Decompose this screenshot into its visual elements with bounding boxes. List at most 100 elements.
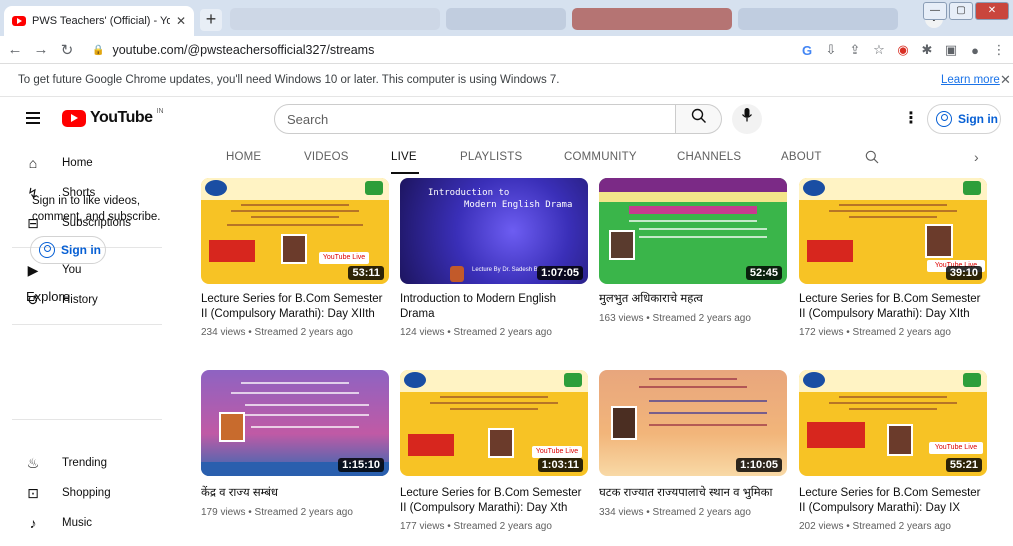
sidebar-sign-in-button[interactable]: Sign in bbox=[30, 236, 106, 264]
speaker-photo bbox=[450, 266, 464, 282]
extension-icon[interactable]: ◉ bbox=[895, 42, 911, 58]
maximize-button[interactable]: ▢ bbox=[949, 2, 973, 20]
video-title[interactable]: Lecture Series for B.Com Semester II (Co… bbox=[799, 292, 987, 322]
youtube-header: YouTube IN Search ⋮ Sign in bbox=[0, 97, 1013, 141]
blurred-tab[interactable] bbox=[230, 8, 440, 30]
channel-search-icon[interactable] bbox=[865, 150, 879, 164]
speaker-photo bbox=[488, 428, 514, 458]
sidebar-item-shopping[interactable]: ⊡ Shopping bbox=[0, 478, 170, 508]
tab-close-icon[interactable]: ✕ bbox=[176, 14, 186, 28]
video-title[interactable]: Lecture Series for B.Com Semester II (Co… bbox=[799, 486, 987, 516]
shopping-icon: ⊡ bbox=[27, 484, 39, 501]
country-code: IN bbox=[156, 107, 164, 115]
video-thumbnail[interactable]: 1:10:05 bbox=[599, 370, 787, 476]
video-thumbnail[interactable]: Introduction to Modern English Drama Lec… bbox=[400, 178, 588, 284]
settings-more-icon[interactable]: ⋮ bbox=[903, 108, 919, 128]
hamburger-menu-icon[interactable] bbox=[26, 112, 40, 124]
sidebar-divider bbox=[12, 419, 162, 420]
leaf-emblem-icon bbox=[963, 181, 981, 195]
side-panel-icon[interactable]: ▣ bbox=[943, 42, 959, 58]
chevron-right-icon[interactable]: › bbox=[974, 149, 979, 165]
new-tab-button[interactable]: + bbox=[200, 9, 222, 31]
chrome-menu-icon[interactable]: ⋮ bbox=[991, 42, 1007, 58]
share-icon[interactable]: ⇪ bbox=[847, 42, 863, 58]
video-title[interactable]: मुलभुत अधिकाराचे महत्व bbox=[599, 292, 787, 307]
url-text[interactable]: youtube.com/@pwsteachersofficial327/stre… bbox=[112, 43, 374, 57]
sign-in-button[interactable]: Sign in bbox=[927, 104, 1001, 134]
forward-arrow-icon[interactable]: → bbox=[30, 41, 52, 58]
blurred-tab[interactable] bbox=[572, 8, 732, 30]
music-icon: ♪ bbox=[29, 515, 37, 531]
speaker-photo bbox=[925, 224, 953, 258]
back-arrow-icon[interactable]: ← bbox=[4, 41, 26, 58]
video-title[interactable]: केंद्र व राज्य सम्बंध bbox=[201, 486, 389, 501]
topic-box bbox=[807, 422, 865, 448]
tab-channels[interactable]: CHANNELS bbox=[677, 151, 741, 163]
profile-icon[interactable]: ● bbox=[967, 43, 983, 58]
minimize-button[interactable]: — bbox=[923, 2, 947, 20]
duration-badge: 52:45 bbox=[745, 266, 782, 280]
home-icon: ⌂ bbox=[28, 155, 38, 171]
video-meta: 179 views • Streamed 2 years ago bbox=[201, 507, 353, 518]
tab-community[interactable]: COMMUNITY bbox=[564, 151, 637, 163]
speaker-photo bbox=[887, 424, 913, 456]
channel-tabs: HOME VIDEOS LIVE PLAYLISTS COMMUNITY CHA… bbox=[170, 141, 1013, 175]
address-bar[interactable]: 🔒 youtube.com/@pwsteachersofficial327/st… bbox=[86, 39, 806, 61]
search-input[interactable]: Search bbox=[274, 104, 676, 134]
tab-videos[interactable]: VIDEOS bbox=[304, 151, 349, 163]
video-meta: 177 views • Streamed 2 years ago bbox=[400, 521, 552, 532]
bookmark-star-icon[interactable]: ☆ bbox=[871, 42, 887, 58]
search-icon bbox=[691, 108, 706, 123]
signin-prompt: Sign in to like videos, comment, and sub… bbox=[32, 195, 161, 223]
sidebar-item-home[interactable]: ⌂ Home bbox=[0, 148, 170, 178]
tab-about[interactable]: ABOUT bbox=[781, 151, 822, 163]
video-meta: 163 views • Streamed 2 years ago bbox=[599, 313, 751, 324]
college-emblem-icon bbox=[404, 372, 426, 388]
install-app-icon[interactable]: ⇩ bbox=[823, 42, 839, 58]
video-title[interactable]: Lecture Series for B.Com Semester II (Co… bbox=[201, 292, 389, 322]
video-thumbnail[interactable]: YouTube Live 55:21 bbox=[799, 370, 987, 476]
voice-search-button[interactable] bbox=[732, 104, 762, 134]
topic-box bbox=[408, 434, 454, 456]
sidebar-item-music[interactable]: ♪ Music bbox=[0, 508, 170, 538]
video-title[interactable]: Introduction to Modern English Drama bbox=[400, 292, 588, 322]
drama-credit: Lecture By Dr. Sadesh B. G bbox=[472, 267, 546, 273]
search-button[interactable] bbox=[676, 104, 722, 134]
google-lens-icon[interactable]: G bbox=[799, 43, 815, 58]
close-window-button[interactable]: ✕ bbox=[975, 2, 1009, 20]
video-thumbnail[interactable]: YouTube Live 39:10 bbox=[799, 178, 987, 284]
extensions-puzzle-icon[interactable]: ✱ bbox=[919, 42, 935, 58]
video-thumbnail[interactable]: 1:15:10 bbox=[201, 370, 389, 476]
lock-icon[interactable]: 🔒 bbox=[92, 45, 104, 56]
sidebar: ⌂ Home ↯ Shorts ⊟ Subscriptions ▶ You ↺ … bbox=[0, 141, 170, 546]
duration-badge: 1:10:05 bbox=[736, 458, 782, 472]
account-circle-icon bbox=[936, 111, 952, 127]
video-meta: 234 views • Streamed 2 years ago bbox=[201, 327, 353, 338]
update-infobar: To get future Google Chrome updates, you… bbox=[0, 64, 1013, 97]
video-thumbnail[interactable]: YouTube Live 1:03:11 bbox=[400, 370, 588, 476]
video-title[interactable]: घटक राज्यात राज्यपालाचे स्थान व भुमिका bbox=[599, 486, 787, 501]
tab-playlists[interactable]: PLAYLISTS bbox=[460, 151, 522, 163]
learn-more-link[interactable]: Learn more bbox=[941, 74, 1000, 86]
blurred-tab[interactable] bbox=[446, 8, 566, 30]
video-thumbnail[interactable]: YouTube Live 53:11 bbox=[201, 178, 389, 284]
sidebar-item-label: You bbox=[62, 264, 82, 276]
sidebar-item-label: Shopping bbox=[62, 487, 111, 499]
tab-home[interactable]: HOME bbox=[226, 151, 261, 163]
sidebar-item-trending[interactable]: ♨ Trending bbox=[0, 448, 170, 478]
video-meta: 172 views • Streamed 2 years ago bbox=[799, 327, 951, 338]
youtube-live-badge: YouTube Live bbox=[319, 252, 369, 264]
video-title[interactable]: Lecture Series for B.Com Semester II (Co… bbox=[400, 486, 588, 516]
infobar-close-icon[interactable]: ✕ bbox=[1000, 72, 1011, 88]
video-thumbnail[interactable]: 52:45 bbox=[599, 178, 787, 284]
duration-badge: 1:15:10 bbox=[338, 458, 384, 472]
tab-live[interactable]: LIVE bbox=[391, 151, 417, 163]
drama-title-line1: Introduction to bbox=[428, 188, 510, 198]
reload-icon[interactable]: ↻ bbox=[56, 41, 78, 59]
tab-title: PWS Teachers' (Official) - YouTub bbox=[32, 15, 170, 27]
blurred-tab[interactable] bbox=[738, 8, 898, 30]
youtube-logo[interactable]: YouTube IN bbox=[62, 107, 164, 127]
browser-tab-active[interactable]: PWS Teachers' (Official) - YouTub ✕ bbox=[4, 6, 194, 36]
sidebar-divider bbox=[12, 324, 162, 325]
leaf-emblem-icon bbox=[963, 373, 981, 387]
